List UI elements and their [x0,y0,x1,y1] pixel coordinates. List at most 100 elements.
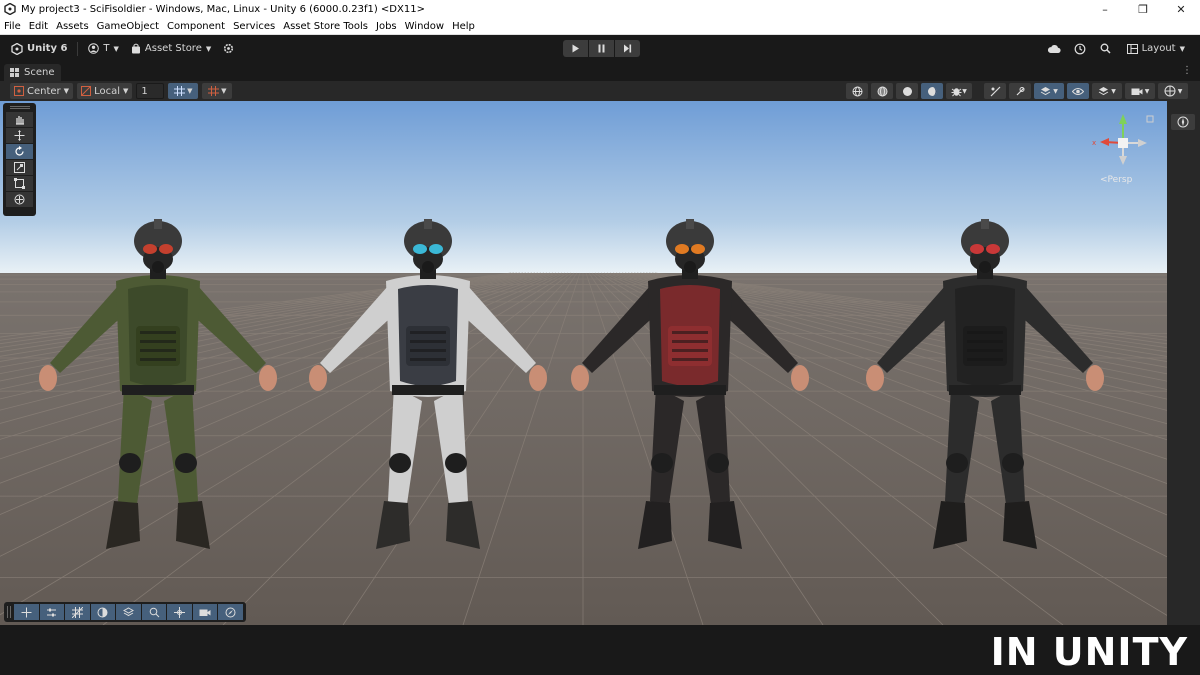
layers-dropdown[interactable]: ▼ [1092,83,1122,99]
gear-icon [224,43,234,54]
debug-draw-mode-dropdown[interactable]: ▼ [946,83,972,99]
search-button[interactable] [1096,39,1116,58]
neg-x-cone[interactable] [1138,139,1147,147]
settings-button[interactable] [218,39,239,58]
overlay-snap-button[interactable] [167,604,192,620]
snap-grid-icon [208,86,220,96]
drag-handle[interactable] [7,606,11,618]
pause-button[interactable] [589,40,614,57]
left-hand [309,365,327,391]
audio-effects-dropdown[interactable]: ▼ [1034,83,1064,99]
cloud-button[interactable] [1044,39,1064,58]
snap-settings-dropdown[interactable]: ▼ [202,83,233,99]
lighting-toggle-button[interactable] [1009,83,1031,99]
orientation-dropdown[interactable] [1171,114,1195,130]
compass-icon [225,607,236,617]
unlit-shading-button[interactable] [896,83,918,99]
wireframe-shading-button[interactable] [846,83,868,99]
belt [949,385,1021,395]
menu-services[interactable]: Services [229,21,279,32]
menu-edit[interactable]: Edit [25,21,52,32]
menu-asset-store-tools[interactable]: Asset Store Tools [279,21,372,32]
menu-help[interactable]: Help [448,21,479,32]
overlay-settings-button[interactable] [39,604,65,620]
tab-scene[interactable]: Scene [4,64,61,81]
chevron-down-icon: ▼ [1177,87,1183,95]
belt [654,385,726,395]
more-options-icon[interactable]: ⋮ [1182,65,1192,76]
unity-version-button[interactable]: Unity 6 [6,39,72,58]
play-button[interactable] [563,40,588,57]
overlay-layers-button[interactable] [116,604,141,620]
grid-visibility-dropdown[interactable]: ▼ [168,83,199,99]
pivot-label: Center [27,85,61,97]
shaded-wireframe-button[interactable] [871,83,893,99]
goggle-right [986,244,1000,254]
grid-snap-field[interactable]: 1 [136,83,165,99]
menu-bar: File Edit Assets GameObject Component Se… [0,18,1200,35]
camera-icon [1131,88,1143,95]
rotate-icon [15,146,24,156]
left-hand [866,365,884,391]
account-dropdown[interactable]: T ▼ [83,39,124,58]
overlay-lighting-button[interactable] [90,604,116,620]
wireframe-sphere-icon [852,86,862,96]
move-tool-button[interactable] [6,128,33,143]
lit-shading-button[interactable] [921,83,943,99]
scene-visibility-button[interactable] [1067,83,1089,99]
menu-file[interactable]: File [0,21,25,32]
helmet-rail [154,219,162,229]
scale-tool-button[interactable] [6,160,33,175]
menu-gameobject[interactable]: GameObject [93,21,163,32]
knee-pad [389,453,411,473]
2d-toggle-button[interactable] [984,83,1006,99]
overlay-grid-button[interactable] [65,604,90,620]
close-button[interactable]: ✕ [1162,0,1200,18]
minimize-button[interactable]: – [1086,0,1124,18]
moon-icon [97,607,108,617]
vest-strip [967,340,1003,343]
camera-settings-dropdown[interactable]: ▼ [1125,83,1155,99]
layout-dropdown[interactable]: Layout ▼ [1122,39,1190,58]
main-toolbar: Unity 6 T ▼ Asset Store ▼ Layout ▼ [0,35,1200,62]
helmet-rail [981,219,989,229]
lock-icon[interactable] [1146,115,1154,123]
rect-tool-button[interactable] [6,176,33,191]
overlay-camera-button[interactable] [192,604,218,620]
drag-handle[interactable] [9,106,30,109]
transform-tool-button[interactable] [6,192,33,207]
hand-tool-button[interactable] [6,112,33,127]
menu-component[interactable]: Component [163,21,229,32]
mask-filter [979,261,991,273]
space-dropdown[interactable]: Local ▼ [77,83,133,99]
scene-viewport[interactable] [0,101,1167,625]
shaded-wire-sphere-icon [877,86,887,96]
gizmos-dropdown[interactable]: ▼ [1158,83,1188,99]
helmet-rail [424,219,432,229]
scale-icon [14,162,25,173]
neg-y-cone[interactable] [1119,156,1127,165]
step-button[interactable] [615,40,640,57]
dock-tab-bar: Scene ⋮ [0,62,1200,81]
projection-label[interactable]: <Persp [1100,175,1132,185]
chevron-down-icon: ▼ [122,87,129,95]
maximize-button[interactable]: ❐ [1124,0,1162,18]
gizmo-center-cube[interactable] [1118,138,1128,148]
menu-window[interactable]: Window [401,21,448,32]
asset-store-dropdown[interactable]: Asset Store ▼ [126,39,216,58]
pivot-dropdown[interactable]: Center ▼ [10,83,74,99]
overlay-move-button[interactable] [13,604,39,620]
title-bar: My project3 - SciFisoldier - Windows, Ma… [0,0,1200,18]
left-hand [571,365,589,391]
overlay-compass-button[interactable] [218,604,244,620]
rotate-tool-button[interactable] [6,144,33,159]
overlay-search-button[interactable] [141,604,167,620]
unity-logo-icon [4,3,16,15]
y-axis-cone[interactable] [1119,114,1127,124]
menu-jobs[interactable]: Jobs [372,21,401,32]
menu-assets[interactable]: Assets [52,21,93,32]
play-icon [572,44,579,53]
x-axis-cone[interactable] [1100,138,1109,146]
history-button[interactable] [1070,39,1090,58]
vest-strip [410,340,446,343]
